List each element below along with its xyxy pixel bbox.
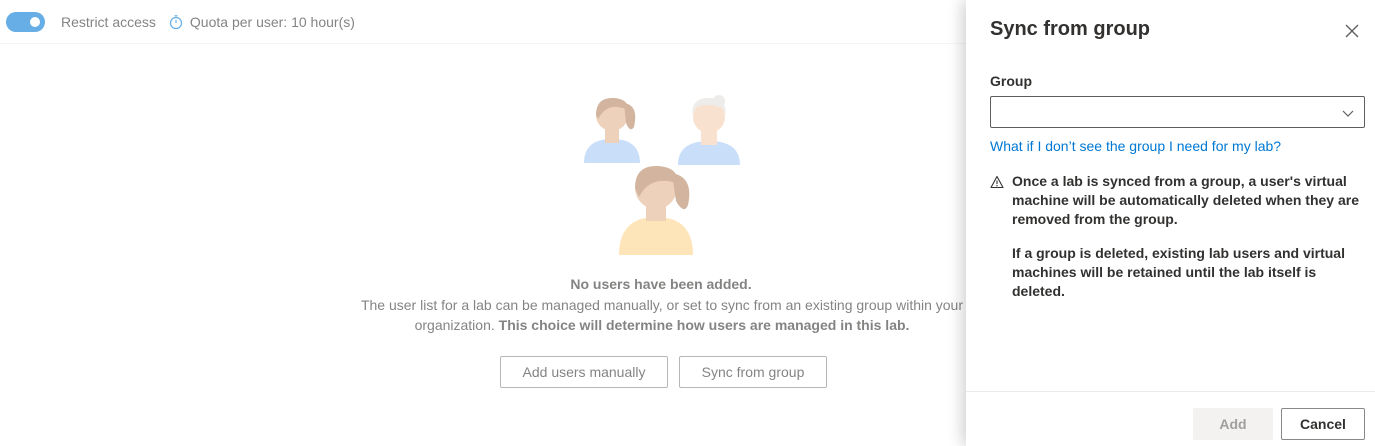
missing-group-help-link[interactable]: What if I don’t see the group I need for… <box>990 138 1281 154</box>
panel-title: Sync from group <box>990 18 1151 40</box>
warning-icon <box>990 175 1004 189</box>
cancel-button[interactable]: Cancel <box>1281 408 1365 440</box>
add-button[interactable]: Add <box>1193 408 1273 440</box>
group-dropdown[interactable] <box>990 96 1365 128</box>
close-icon[interactable] <box>1341 20 1363 42</box>
panel-footer-divider <box>966 391 1375 392</box>
sync-from-group-panel: Sync from group Group What if I don’t se… <box>966 0 1375 446</box>
panel-overlay[interactable] <box>0 0 966 446</box>
sync-warning: Once a lab is synced from a group, a use… <box>990 172 1360 301</box>
warning-paragraph-1: Once a lab is synced from a group, a use… <box>1012 173 1359 227</box>
chevron-down-icon <box>1341 106 1355 120</box>
warning-text: Once a lab is synced from a group, a use… <box>1012 172 1360 301</box>
warning-paragraph-2: If a group is deleted, existing lab user… <box>1012 245 1345 299</box>
group-field-label: Group <box>990 73 1032 89</box>
